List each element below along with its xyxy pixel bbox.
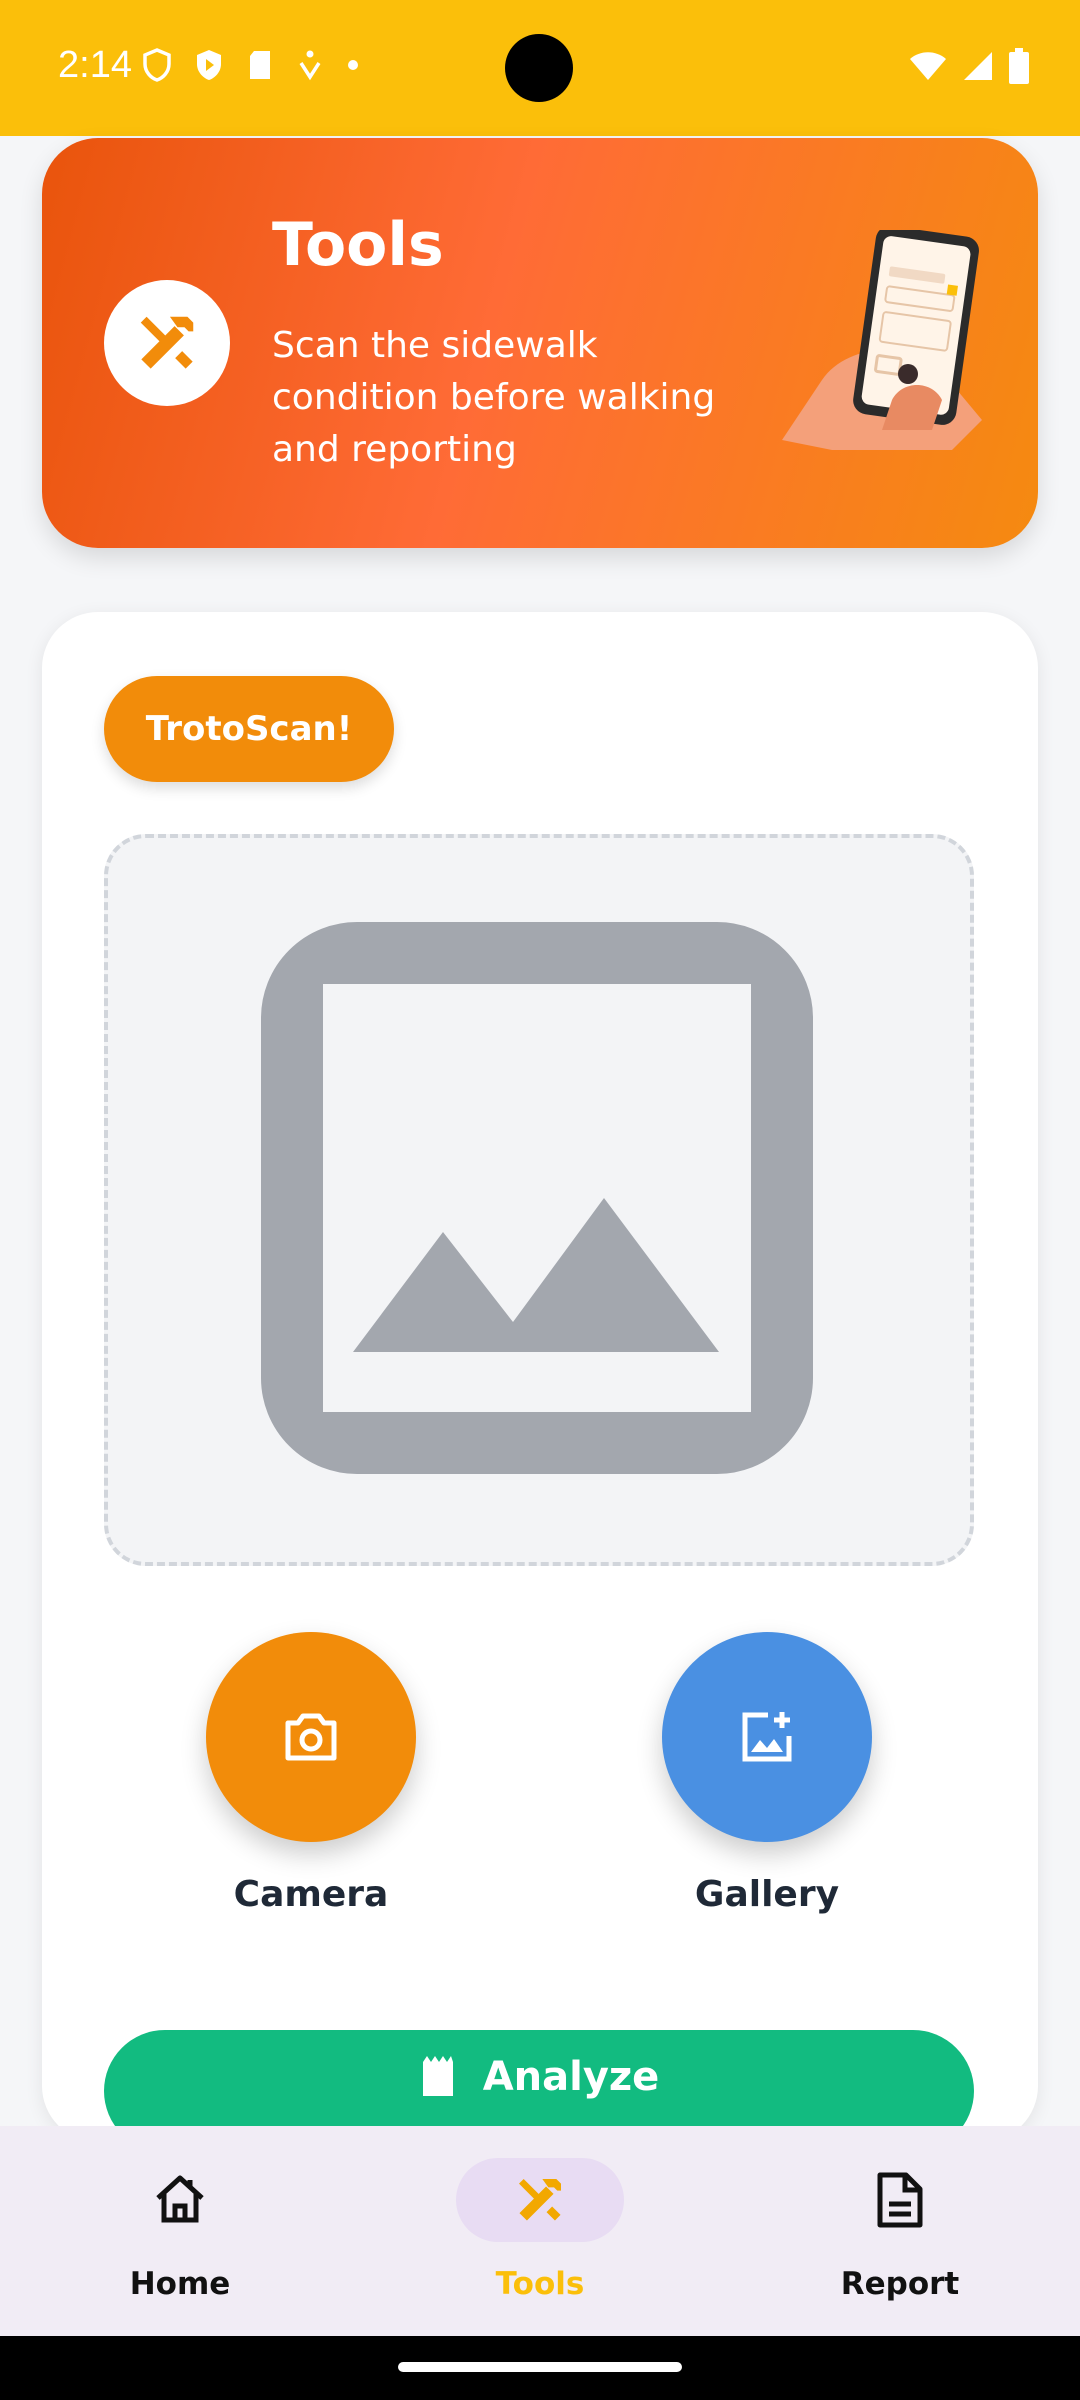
- image-placeholder-icon: [261, 922, 813, 1474]
- sd-card-icon: [250, 51, 270, 79]
- status-bar: 2:14: [0, 0, 1080, 136]
- gallery-button[interactable]: [662, 1632, 872, 1842]
- camera-icon: [285, 1713, 337, 1761]
- nav-pill-home: [96, 2158, 264, 2242]
- status-system-icons: [908, 48, 1030, 84]
- signal-icon: [964, 52, 992, 80]
- receipt-icon: [422, 2056, 453, 2096]
- nav-label-home: Home: [129, 2266, 231, 2302]
- nav-pill-report: [816, 2158, 984, 2242]
- add-photo-icon: [742, 1712, 792, 1762]
- status-time: 2:14: [58, 44, 132, 86]
- home-icon: [156, 2175, 204, 2223]
- report-icon: [877, 2172, 923, 2228]
- play-shield-icon: [197, 50, 221, 80]
- accessibility-icon: [299, 50, 321, 81]
- trotoscan-badge: TrotoScan!: [104, 676, 394, 782]
- nav-label-report: Report: [840, 2266, 960, 2302]
- header-icon-circle: [104, 280, 230, 406]
- bottom-navigation: Home Tools Report: [0, 2126, 1080, 2336]
- scan-card: TrotoScan! Camera Gallery Analyze: [42, 612, 1038, 2152]
- camera-label: Camera: [233, 1874, 389, 1915]
- gesture-navigation-bar: [0, 2336, 1080, 2400]
- status-notification-icons: [142, 48, 360, 82]
- battery-icon: [1009, 48, 1029, 84]
- camera-button[interactable]: [206, 1632, 416, 1842]
- gesture-handle[interactable]: [398, 2362, 682, 2372]
- nav-item-report[interactable]: Report: [720, 2126, 1080, 2336]
- tools-icon: [519, 2179, 561, 2221]
- nav-label-tools: Tools: [495, 2266, 585, 2302]
- nav-pill-tools: [456, 2158, 624, 2242]
- shield-icon: [143, 48, 171, 82]
- wifi-icon: [910, 52, 946, 80]
- page-subtitle: Scan the sidewalk condition before walki…: [272, 325, 716, 470]
- nav-item-home[interactable]: Home: [0, 2126, 360, 2336]
- tools-header-banner: Tools Scan the sidewalk condition before…: [42, 138, 1038, 548]
- camera-cutout: [505, 34, 573, 102]
- gallery-label: Gallery: [694, 1874, 840, 1915]
- image-preview-area[interactable]: [104, 834, 974, 1566]
- tools-icon: [140, 316, 194, 369]
- analyze-label: Analyze: [482, 2054, 660, 2100]
- nav-item-tools[interactable]: Tools: [360, 2126, 720, 2336]
- page-title: Tools: [272, 210, 444, 280]
- dot-icon: [348, 60, 358, 70]
- phone-in-hand-illustration: [782, 230, 982, 450]
